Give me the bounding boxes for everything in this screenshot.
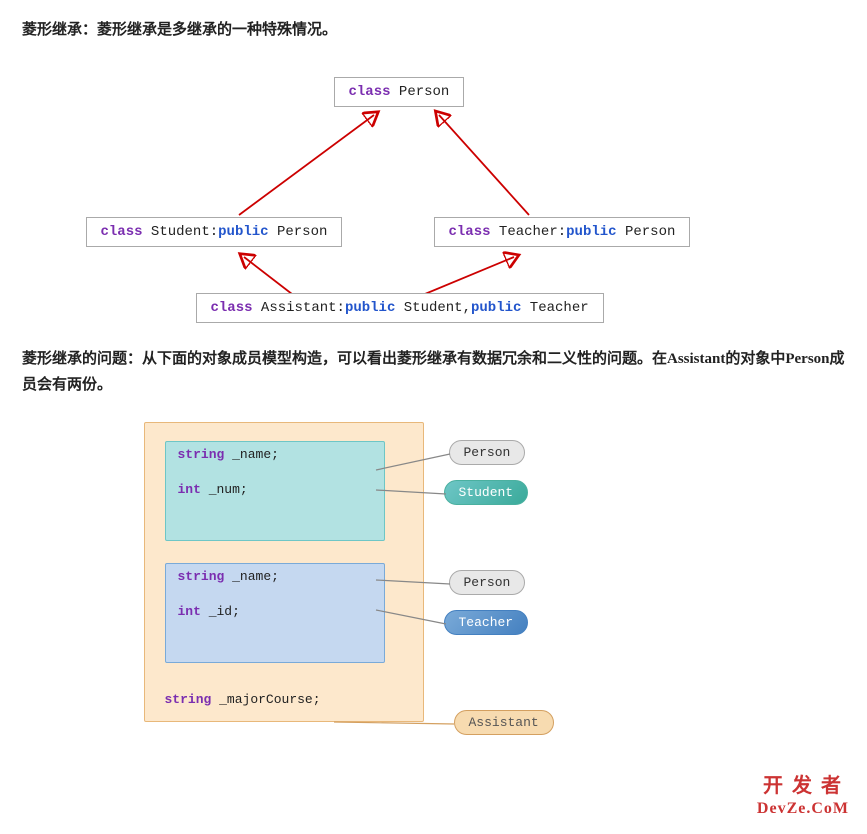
blue-line2: int _id; (166, 599, 384, 624)
problem-text: 菱形继承的问题：从下面的对象成员模型构造，可以看出菱形继承有数据冗余和二义性的问… (22, 347, 845, 398)
label-student: Student (444, 480, 529, 505)
student-class-kw: class (101, 224, 143, 240)
branding-line1: 开 发 者 (757, 773, 849, 799)
teacher-class-box: class Teacher:public Person (434, 217, 691, 247)
outer-peach-box: string _name; int _num; string _name; in… (144, 422, 424, 722)
branding: 开 发 者 DevZe.CoM (757, 773, 849, 820)
assistant-public-kw1: public (345, 300, 395, 316)
label-person1: Person (449, 440, 526, 465)
teal-line2: int _num; (166, 477, 384, 502)
bottom-string-line: string _majorCourse; (165, 692, 321, 707)
assistant-class-kw: class (211, 300, 253, 316)
model-diagram-container: string _name; int _num; string _name; in… (134, 412, 734, 772)
assistant-class-box: class Assistant:public Student,public Te… (196, 293, 604, 323)
inner-teal-box: string _name; int _num; (165, 441, 385, 541)
label-person2: Person (449, 570, 526, 595)
diamond-diagram: class Person class Student:public Person… (24, 57, 844, 337)
label-teacher: Teacher (444, 610, 529, 635)
person-class-box: class Person (334, 77, 465, 107)
blue-line1: string _name; (166, 564, 384, 589)
student-public-kw: public (218, 224, 268, 240)
teal-line1: string _name; (166, 442, 384, 467)
teacher-public-kw: public (566, 224, 616, 240)
teacher-class-kw: class (449, 224, 491, 240)
inner-blue-box: string _name; int _id; (165, 563, 385, 663)
assistant-public-kw2: public (471, 300, 521, 316)
student-class-box: class Student:public Person (86, 217, 343, 247)
branding-line2: DevZe.CoM (757, 799, 849, 820)
person-keyword: class (349, 84, 391, 100)
label-assistant: Assistant (454, 710, 554, 735)
intro-text: 菱形继承：菱形继承是多继承的一种特殊情况。 (22, 18, 845, 39)
